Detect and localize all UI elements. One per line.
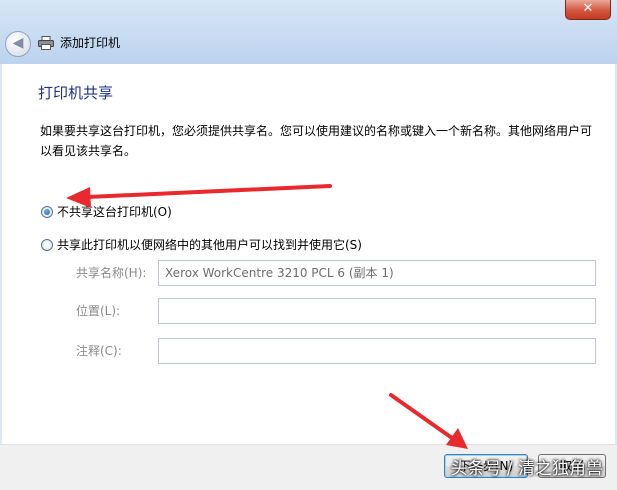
next-button[interactable]: 下一步(N) (444, 454, 528, 478)
back-button[interactable]: ◀ (5, 31, 31, 57)
share-radio[interactable] (41, 239, 53, 251)
location-label: 位置(L): (76, 304, 121, 318)
window-title: 添加打印机 (60, 36, 121, 50)
radio-selected-dot (44, 209, 50, 215)
share-name-label: 共享名称(H): (76, 266, 147, 280)
no-share-radio[interactable] (41, 206, 53, 218)
page-heading: 打印机共享 (38, 84, 114, 102)
comment-label: 注释(C): (76, 344, 122, 358)
back-arrow-icon: ◀ (12, 35, 24, 51)
share-name-field[interactable]: Xerox WorkCentre 3210 PCL 6 (副本 1) (158, 260, 596, 286)
comment-field[interactable] (158, 338, 596, 364)
share-label[interactable]: 共享此打印机以便网络中的其他用户可以找到并使用它(S) (57, 237, 362, 253)
close-button[interactable]: ✕ (565, 0, 611, 20)
window-title-bar (0, 0, 617, 64)
description-text: 如果要共享这台打印机，您必须提供共享名。您可以使用建议的名称或键入一个新名称。其… (40, 124, 593, 158)
no-share-label[interactable]: 不共享这台打印机(O) (57, 204, 172, 220)
location-field[interactable] (158, 298, 596, 324)
printer-icon (38, 36, 54, 50)
cancel-button[interactable]: 取消 (538, 454, 606, 478)
